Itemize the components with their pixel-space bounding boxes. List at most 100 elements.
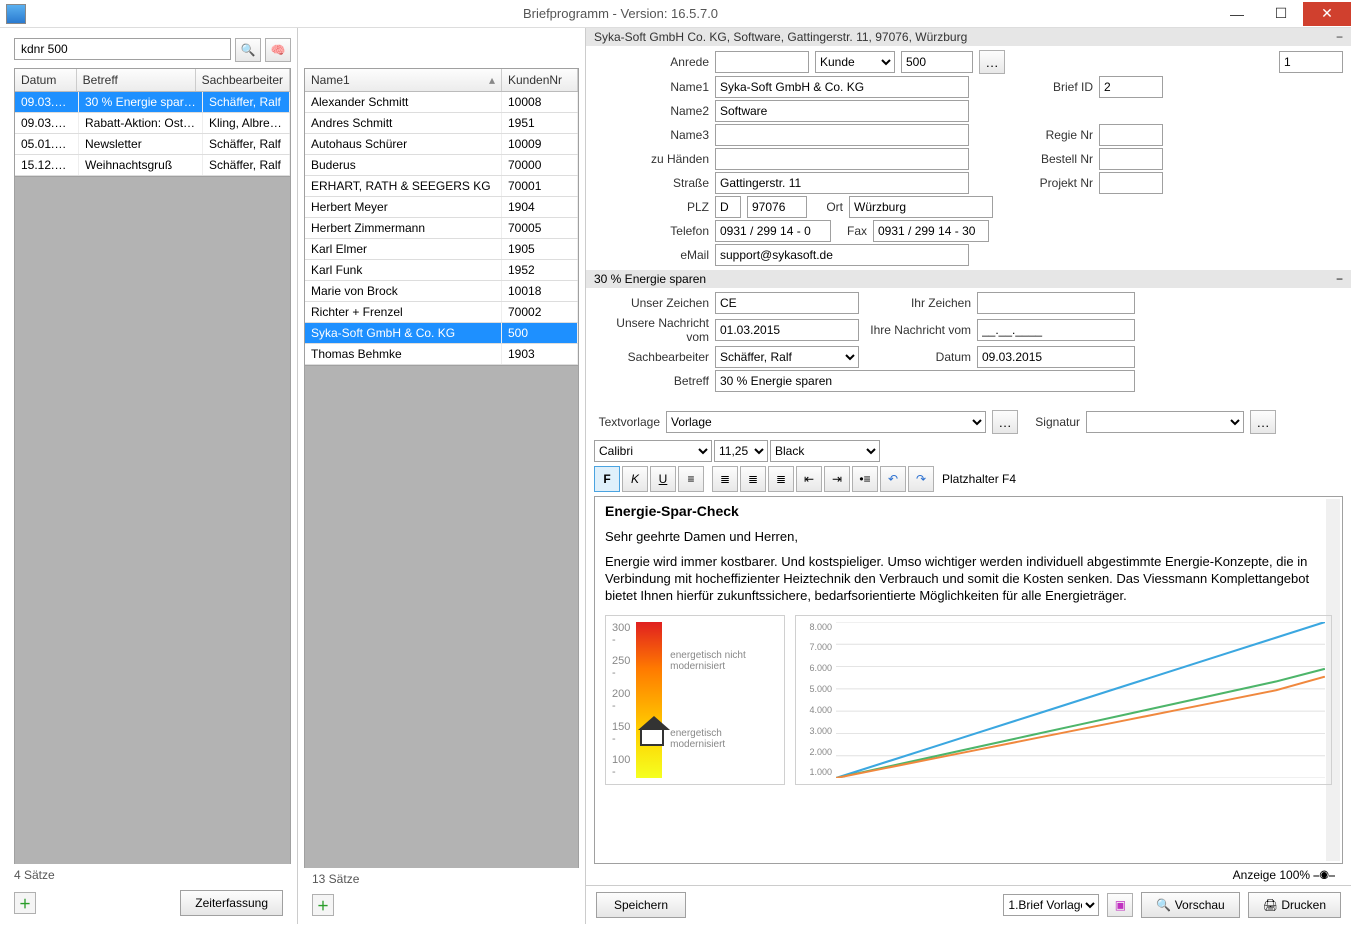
textvorlage-select[interactable]: Vorlage	[666, 411, 986, 433]
projektnr-input[interactable]	[1099, 172, 1163, 194]
font-size-select[interactable]: 11,25	[714, 440, 768, 462]
name2-input[interactable]	[715, 100, 969, 122]
ort-input[interactable]	[849, 196, 993, 218]
close-button[interactable]: ✕	[1303, 2, 1351, 26]
col-sachbearbeiter[interactable]: Sachbearbeiter	[196, 69, 290, 91]
signatur-select[interactable]	[1086, 411, 1244, 433]
align-right-button[interactable]: ≣	[768, 466, 794, 492]
lbl-projektnr: Projekt Nr	[1037, 176, 1093, 190]
land-input[interactable]	[715, 196, 741, 218]
vorlage-edit-button[interactable]: ▣	[1107, 893, 1133, 917]
brain-button[interactable]: 🧠	[265, 38, 291, 62]
vorschau-button[interactable]: 🔍 Vorschau	[1141, 892, 1239, 918]
align-left-button[interactable]: ≣	[712, 466, 738, 492]
telefon-input[interactable]	[715, 220, 831, 242]
zeiterfassung-button[interactable]: Zeiterfassung	[180, 890, 283, 916]
drucken-button[interactable]: 🖨 Drucken	[1248, 892, 1341, 918]
plz-input[interactable]	[747, 196, 807, 218]
lbl-zuhanden: zu Händen	[594, 152, 709, 166]
search-input[interactable]	[14, 38, 231, 60]
name1-input[interactable]	[715, 76, 969, 98]
letter-editor[interactable]: Energie-Spar-Check Sehr geehrte Damen un…	[594, 496, 1343, 864]
font-family-select[interactable]: Calibri	[594, 440, 712, 462]
datum-input[interactable]	[977, 346, 1135, 368]
bold-button[interactable]: F	[594, 466, 620, 492]
col-datum[interactable]: Datum	[15, 69, 77, 91]
table-row[interactable]: Buderus70000	[305, 155, 578, 176]
lbl-ihr-zeichen: Ihr Zeichen	[865, 296, 971, 310]
add-letter-button[interactable]: ＋	[14, 892, 36, 914]
textvorlage-browse-button[interactable]: …	[992, 410, 1018, 434]
align-center2-button[interactable]: ≣	[740, 466, 766, 492]
fax-input[interactable]	[873, 220, 989, 242]
redo-button[interactable]: ↷	[908, 466, 934, 492]
indent-button[interactable]: ⇥	[824, 466, 850, 492]
speichern-button[interactable]: Speichern	[596, 892, 686, 918]
anrede-input[interactable]	[715, 51, 809, 73]
table-row[interactable]: Karl Funk1952	[305, 260, 578, 281]
table-row[interactable]: Andres Schmitt1951	[305, 113, 578, 134]
table-row[interactable]: ERHART, RATH & SEEGERS KG70001	[305, 176, 578, 197]
letters-grid-header[interactable]: Datum Betreff Sachbearbeiter	[15, 69, 290, 92]
table-row[interactable]: Alexander Schmitt10008	[305, 92, 578, 113]
bestellnr-input[interactable]	[1099, 148, 1163, 170]
underline-button[interactable]: U	[650, 466, 676, 492]
regienr-input[interactable]	[1099, 124, 1163, 146]
col-betreff[interactable]: Betreff	[77, 69, 196, 91]
ihr-zeichen-input[interactable]	[977, 292, 1135, 314]
table-row[interactable]: 09.03.201530 % Energie sparenSchäffer, R…	[15, 92, 290, 113]
zuhanden-input[interactable]	[715, 148, 969, 170]
betreff-input[interactable]	[715, 370, 1135, 392]
strasse-input[interactable]	[715, 172, 969, 194]
undo-button[interactable]: ↶	[880, 466, 906, 492]
table-row[interactable]: Karl Elmer1905	[305, 239, 578, 260]
search-button[interactable]: 🔍	[235, 38, 261, 62]
table-row[interactable]: Herbert Meyer1904	[305, 197, 578, 218]
email-input[interactable]	[715, 244, 969, 266]
add-customer-button[interactable]: ＋	[312, 894, 334, 916]
body-paragraph: Energie wird immer kostbarer. Und kostsp…	[605, 554, 1332, 605]
letters-grid[interactable]: Datum Betreff Sachbearbeiter 09.03.20153…	[14, 68, 291, 177]
customers-grid-header[interactable]: Name1 ▴ KundenNr	[305, 69, 578, 92]
unser-zeichen-input[interactable]	[715, 292, 859, 314]
signatur-browse-button[interactable]: …	[1250, 410, 1276, 434]
font-color-select[interactable]: Black	[770, 440, 880, 462]
window-title: Briefprogramm - Version: 16.5.7.0	[26, 6, 1215, 21]
minimize-button[interactable]: —	[1215, 2, 1259, 26]
table-row[interactable]: Autohaus Schürer10009	[305, 134, 578, 155]
table-row[interactable]: 09.03.2015Rabatt-Aktion: OsternKling, Al…	[15, 113, 290, 134]
titlebar: Briefprogramm - Version: 16.5.7.0 — ☐ ✕	[0, 0, 1351, 28]
table-row[interactable]: Thomas Behmke1903	[305, 344, 578, 365]
sachbearbeiter-select[interactable]: Schäffer, Ralf	[715, 346, 859, 368]
italic-button[interactable]: K	[622, 466, 648, 492]
col-kundennr[interactable]: KundenNr	[502, 69, 578, 91]
lfdnr-input[interactable]	[1279, 51, 1343, 73]
anrede-nr-input[interactable]	[901, 51, 973, 73]
ihre-nachricht-input[interactable]	[977, 319, 1135, 341]
table-row[interactable]: Herbert Zimmermann70005	[305, 218, 578, 239]
name3-input[interactable]	[715, 124, 969, 146]
anrede-typ-select[interactable]: Kunde	[815, 51, 895, 73]
zoom-slider-icon[interactable]: ⎯◉⎯	[1313, 868, 1335, 882]
table-row[interactable]: Richter + Frenzel70002	[305, 302, 578, 323]
table-row[interactable]: Marie von Brock10018	[305, 281, 578, 302]
col-name1[interactable]: Name1 ▴	[305, 69, 502, 91]
unsere-nachricht-input[interactable]	[715, 319, 859, 341]
lbl-textvorlage: Textvorlage	[594, 415, 660, 429]
vorlage-select[interactable]: 1.Brief Vorlage	[1003, 894, 1099, 916]
lbl-betreff: Betreff	[594, 374, 709, 388]
table-row[interactable]: 05.01.2015NewsletterSchäffer, Ralf	[15, 134, 290, 155]
lbl-email: eMail	[594, 248, 709, 262]
lbl-plz: PLZ	[594, 200, 709, 214]
lbl-name3: Name3	[594, 128, 709, 142]
briefid-input[interactable]	[1099, 76, 1163, 98]
table-row[interactable]: 15.12.2014WeihnachtsgrußSchäffer, Ralf	[15, 155, 290, 176]
bullet-list-button[interactable]: •≡	[852, 466, 878, 492]
customers-grid[interactable]: Name1 ▴ KundenNr Alexander Schmitt10008A…	[304, 68, 579, 366]
align-center-button[interactable]: ≡	[678, 466, 704, 492]
outdent-button[interactable]: ⇤	[796, 466, 822, 492]
anrede-browse-button[interactable]: …	[979, 50, 1005, 74]
lbl-name1: Name1	[594, 80, 709, 94]
maximize-button[interactable]: ☐	[1259, 2, 1303, 26]
table-row[interactable]: Syka-Soft GmbH & Co. KG500	[305, 323, 578, 344]
